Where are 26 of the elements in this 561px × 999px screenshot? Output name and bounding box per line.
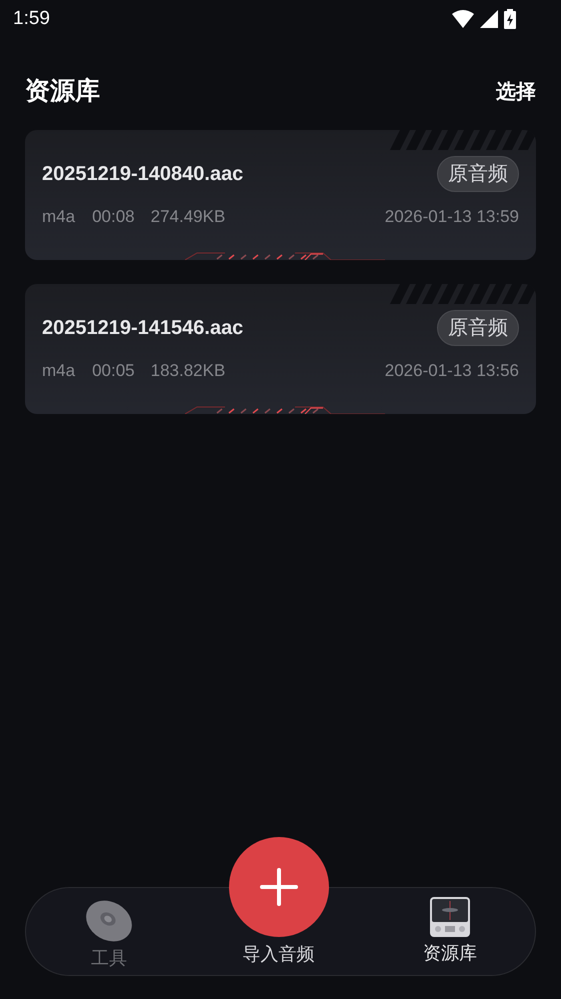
file-format: m4a xyxy=(42,206,76,228)
file-duration: 00:08 xyxy=(92,206,135,228)
file-size: 183.82KB xyxy=(150,360,226,382)
import-audio-label: 导入音频 xyxy=(242,943,314,966)
disc-icon xyxy=(84,899,134,943)
file-date: 2026-01-13 13:59 xyxy=(384,206,519,228)
file-name: 20251219-140840.aac xyxy=(42,162,244,187)
battery-icon xyxy=(504,9,516,29)
file-format: m4a xyxy=(42,360,76,382)
nav-tab[interactable]: 工具 xyxy=(84,899,134,972)
page-title: 资源库 xyxy=(25,76,100,108)
file-name: 20251219-141546.aac xyxy=(42,316,244,341)
plus-icon xyxy=(260,868,298,906)
source-tag: 原音频 xyxy=(437,310,519,346)
file-date: 2026-01-13 13:56 xyxy=(384,360,519,382)
nav-tab[interactable]: 资源库 xyxy=(423,896,477,967)
file-size: 274.49KB xyxy=(150,206,226,228)
file-duration: 00:05 xyxy=(92,360,135,382)
audio-file-card[interactable]: 20251219-140840.aac 原音频 m4a 00:08 274.49KB 2026-01-13 13:59 xyxy=(25,130,536,260)
select-button[interactable]: 选择 xyxy=(496,77,536,107)
audio-device-icon xyxy=(429,896,471,938)
audio-file-card[interactable]: 20251219-141546.aac 原音频 m4a 00:05 183.82KB 2026-01-13 13:56 xyxy=(25,284,536,414)
signal-icon xyxy=(480,10,498,28)
status-time: 1:59 xyxy=(13,6,50,31)
wifi-icon xyxy=(452,10,474,28)
source-tag: 原音频 xyxy=(437,156,519,192)
